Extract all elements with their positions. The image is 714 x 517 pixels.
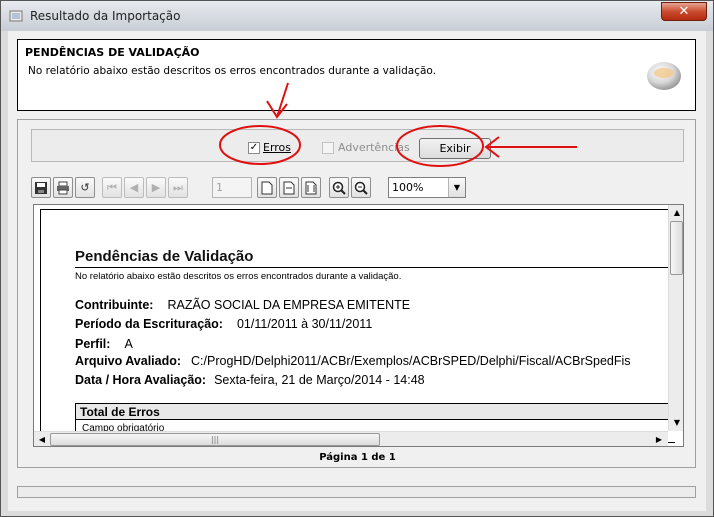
single-page-button[interactable] xyxy=(257,177,277,198)
report-subtitle: No relatório abaixo estão descritos os e… xyxy=(75,271,402,282)
erros-label[interactable]: Erros xyxy=(263,141,291,154)
perfil-row: Perfil: A xyxy=(75,337,133,351)
title-divider xyxy=(75,267,675,268)
report-preview[interactable]: Pendências de Validação No relatório aba… xyxy=(33,204,684,447)
filter-panel: ✓ Erros Advertências Exibir xyxy=(31,129,684,162)
window-title: Resultado da Importação xyxy=(30,9,181,23)
horizontal-scroll-thumb[interactable]: ||| xyxy=(50,433,380,446)
close-icon: ✕ xyxy=(678,4,690,19)
first-page-icon: ⏮ xyxy=(107,181,117,194)
prev-page-button[interactable]: ◀ xyxy=(124,177,144,198)
status-bar xyxy=(17,486,696,498)
header-panel: PENDÊNCIAS DE VALIDAÇÃO No relatório aba… xyxy=(17,39,696,111)
zoom-in-icon xyxy=(332,181,346,195)
page-width-button[interactable] xyxy=(279,177,299,198)
scroll-left-icon[interactable]: ◀ xyxy=(34,432,50,446)
zoom-out-button[interactable] xyxy=(351,177,371,198)
zoom-value: 100% xyxy=(392,181,424,194)
zoom-out-icon xyxy=(354,181,368,195)
zoom-select[interactable]: 100% ▼ xyxy=(388,177,466,198)
print-button[interactable] xyxy=(53,177,73,198)
header-description: No relatório abaixo estão descritos os e… xyxy=(28,65,437,77)
next-page-icon: ▶ xyxy=(151,181,161,194)
content-frame: ✓ Erros Advertências Exibir ↺ ⏮ ◀ ▶ ⏭ 1 … xyxy=(17,119,696,468)
page-number-input[interactable]: 1 xyxy=(212,177,252,198)
zoom-in-button[interactable] xyxy=(329,177,349,198)
last-page-icon: ⏭ xyxy=(173,181,183,194)
advertencias-label[interactable]: Advertências xyxy=(338,141,410,154)
arquivo-value: C:/ProgHD/Delphi2011/ACBr/Exemplos/ACBrS… xyxy=(191,354,631,368)
close-button[interactable]: ✕ xyxy=(661,2,707,21)
preview-toolbar: ↺ ⏮ ◀ ▶ ⏭ 1 100% ▼ xyxy=(31,177,471,199)
contribuinte-value: RAZÃO SOCIAL DA EMPRESA EMITENTE xyxy=(167,298,411,312)
total-errors-header: Total de Erros xyxy=(76,404,675,420)
prev-page-icon: ◀ xyxy=(129,181,139,194)
vertical-scroll-thumb[interactable] xyxy=(670,221,683,275)
report-page: Pendências de Validação No relatório aba… xyxy=(40,209,675,443)
full-page-icon xyxy=(305,181,317,195)
title-bar[interactable]: Resultado da Importação ✕ xyxy=(1,1,713,31)
refresh-button[interactable]: ↺ xyxy=(75,177,95,198)
scroll-up-icon[interactable]: ▲ xyxy=(669,205,683,221)
data-hora-value: Sexta-feira, 21 de Março/2014 - 14:48 xyxy=(214,373,425,387)
chevron-down-icon[interactable]: ▼ xyxy=(448,178,465,197)
vertical-scrollbar[interactable]: ▲ ▼ xyxy=(668,205,683,431)
refresh-icon: ↺ xyxy=(80,181,90,194)
print-icon xyxy=(57,181,69,195)
window: Resultado da Importação ✕ PENDÊNCIAS DE … xyxy=(0,0,714,517)
periodo-value: 01/11/2011 à 30/11/2011 xyxy=(236,317,373,331)
header-title: PENDÊNCIAS DE VALIDAÇÃO xyxy=(25,46,200,59)
save-button[interactable] xyxy=(31,177,51,198)
page-width-icon xyxy=(283,181,295,195)
scroll-down-icon[interactable]: ▼ xyxy=(669,415,683,431)
perfil-label: Perfil: xyxy=(75,337,111,351)
last-page-button[interactable]: ⏭ xyxy=(168,177,188,198)
contribuinte-label: Contribuinte: xyxy=(75,298,154,312)
app-icon xyxy=(9,10,23,22)
next-page-button[interactable]: ▶ xyxy=(146,177,166,198)
save-icon xyxy=(35,182,47,194)
arquivo-row: Arquivo Avaliado: C:/ProgHD/Delphi2011/AC… xyxy=(75,354,631,368)
horizontal-scrollbar[interactable]: ◀ ||| ▶ xyxy=(34,431,668,446)
perfil-value: A xyxy=(124,337,133,351)
periodo-row: Período da Escrituração: 01/11/2011 à 30/… xyxy=(75,317,372,331)
single-page-icon xyxy=(261,181,273,195)
arquivo-label: Arquivo Avaliado: xyxy=(75,354,182,368)
first-page-button[interactable]: ⏮ xyxy=(102,177,122,198)
full-page-button[interactable] xyxy=(301,177,321,198)
periodo-label: Período da Escrituração: xyxy=(75,317,223,331)
page-status: Página 1 de 1 xyxy=(319,452,396,463)
contribuinte-row: Contribuinte: RAZÃO SOCIAL DA EMPRESA EMI… xyxy=(75,298,410,312)
data-hora-label: Data / Hora Avaliação: xyxy=(75,373,207,387)
erros-checkbox[interactable]: ✓ xyxy=(248,142,260,154)
scroll-right-icon[interactable]: ▶ xyxy=(651,432,667,446)
client-area: PENDÊNCIAS DE VALIDAÇÃO No relatório aba… xyxy=(8,31,706,511)
logo-icon xyxy=(647,62,681,90)
data-hora-row: Data / Hora Avaliação: Sexta-feira, 21 de… xyxy=(75,373,425,387)
advertencias-checkbox[interactable] xyxy=(322,142,334,154)
exibir-button[interactable]: Exibir xyxy=(419,138,491,159)
report-title: Pendências de Validação xyxy=(75,248,254,265)
